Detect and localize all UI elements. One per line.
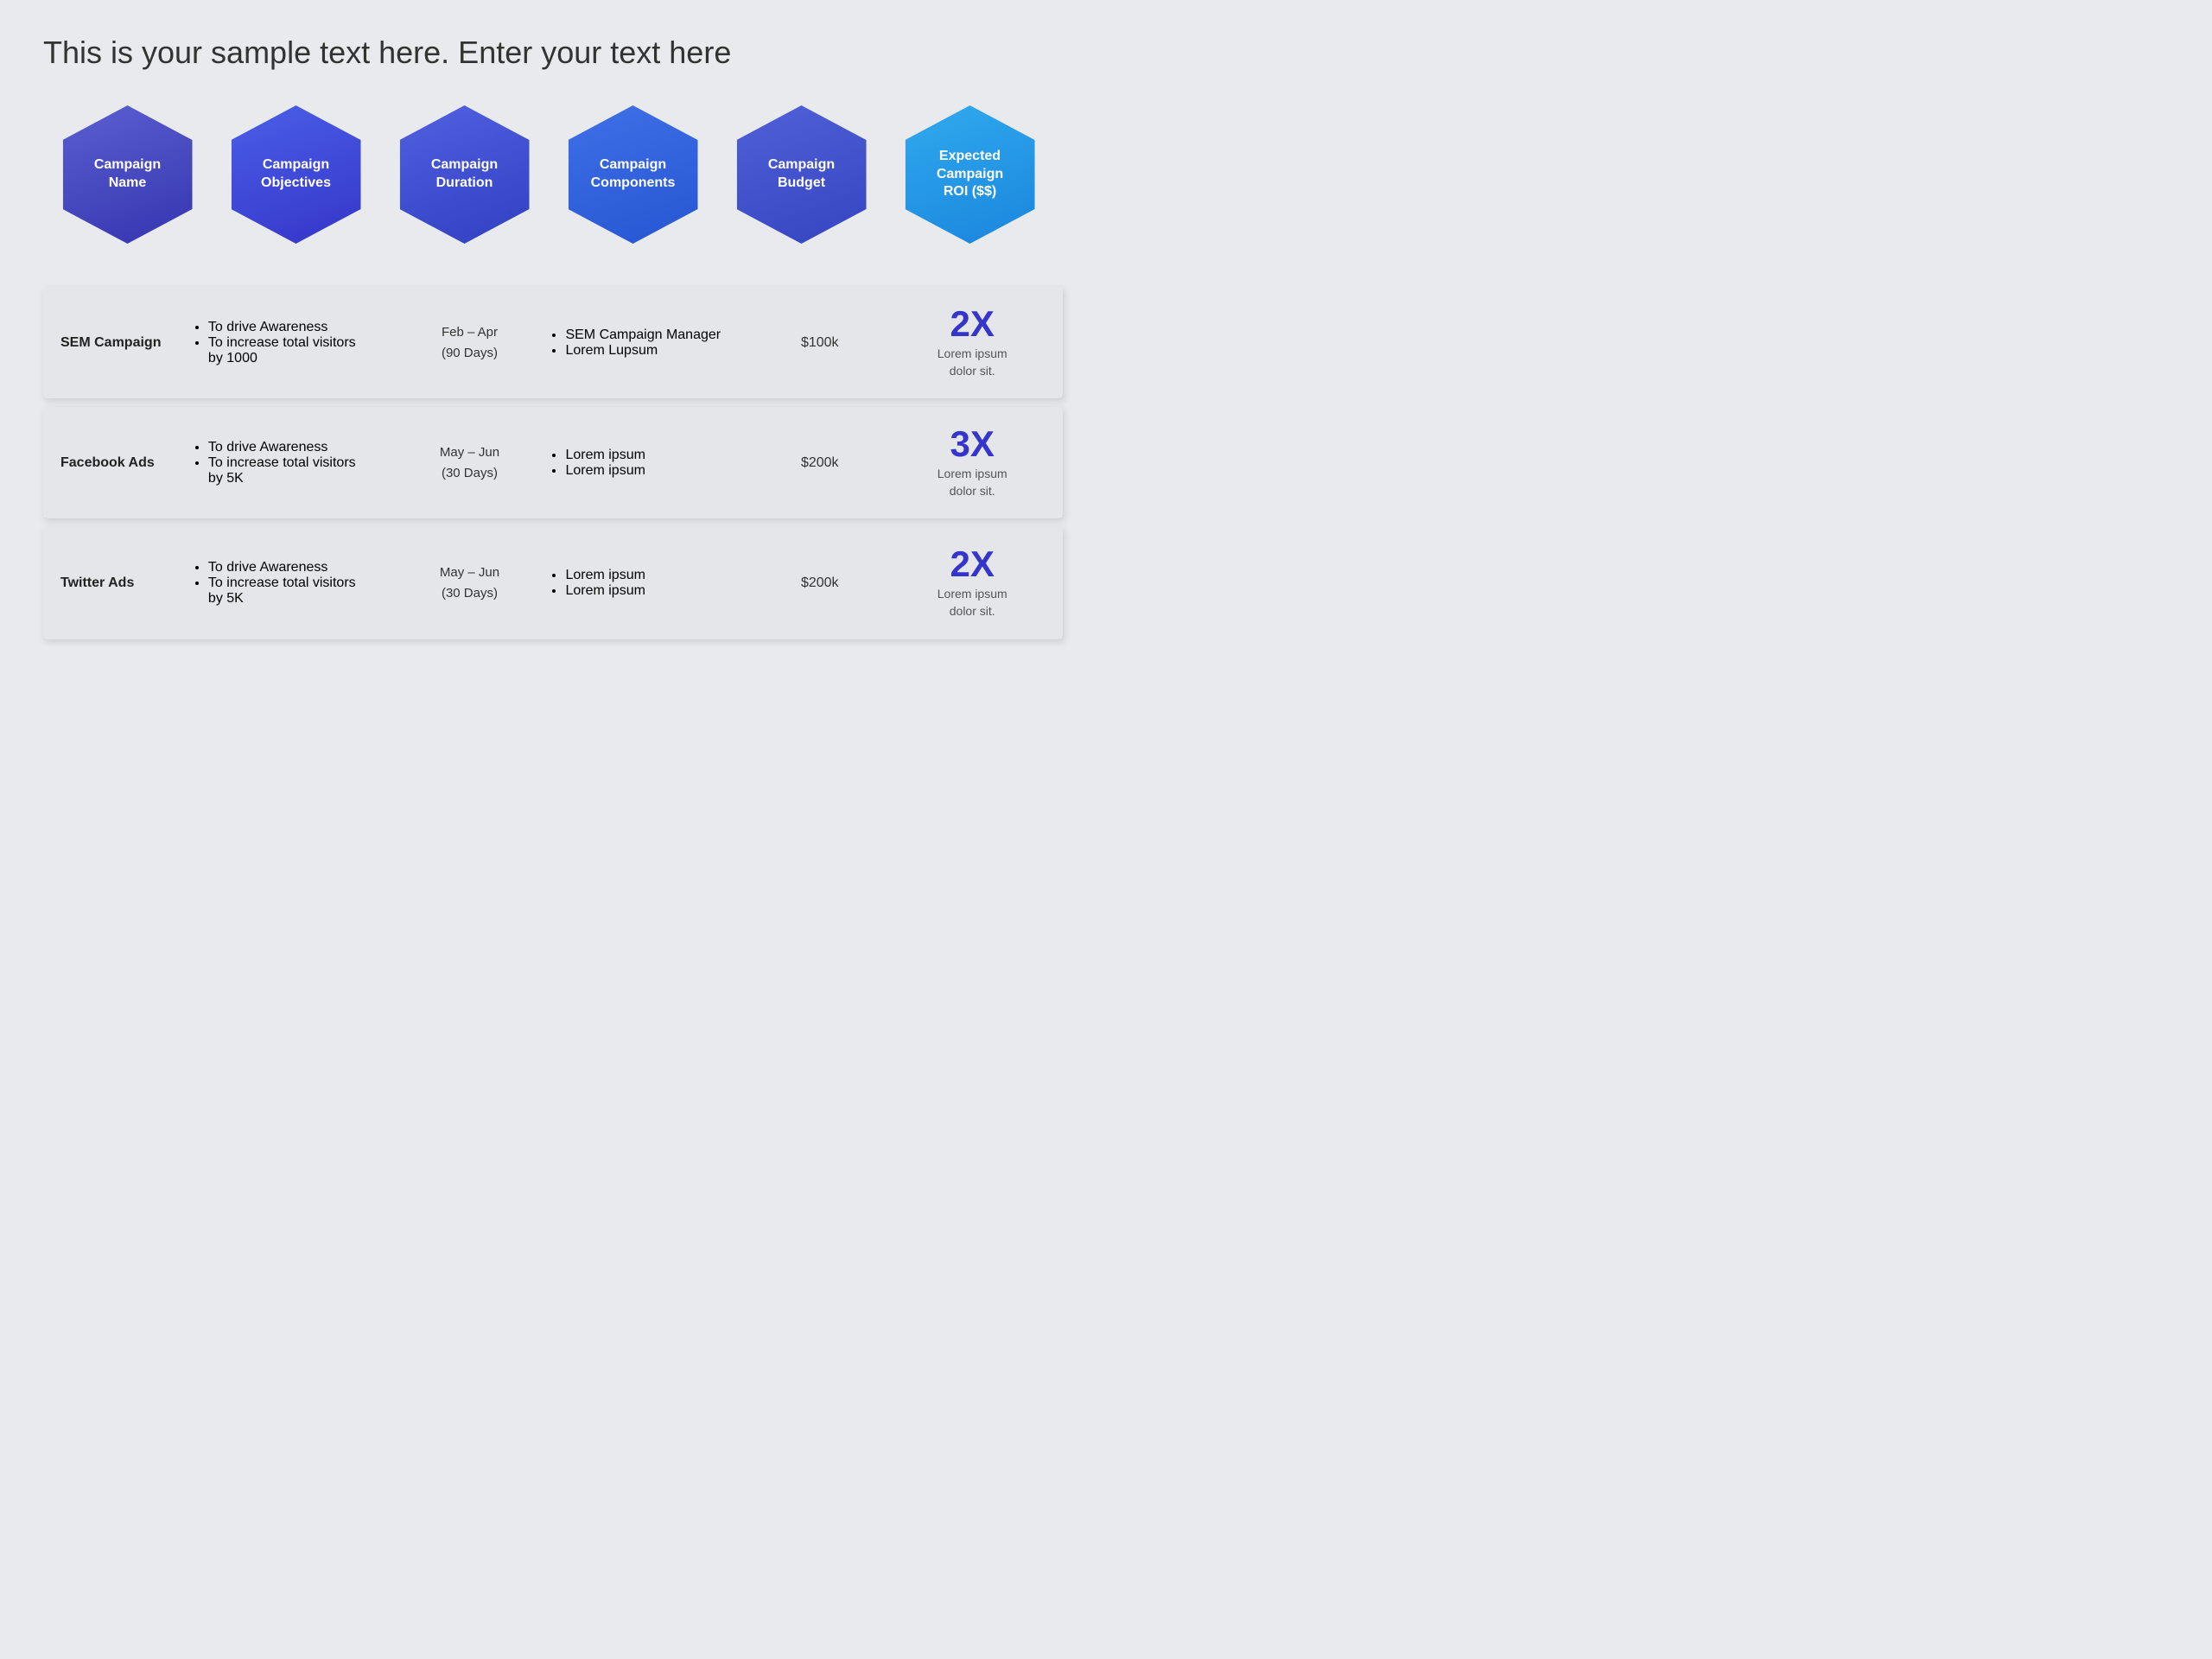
objective-item: To increase total visitors by 5K (208, 575, 374, 607)
budget-value: $200k (801, 575, 839, 590)
hex-header-h3: CampaignDuration (389, 105, 540, 244)
cell-budget-row-sem: $100k (758, 287, 881, 398)
cell-duration-row-sem: Feb – Apr(90 Days) (391, 287, 549, 398)
cell-components-row-fb: Lorem ipsumLorem ipsum (548, 407, 758, 518)
roi-container: 3X Lorem ipsumdolor sit. (899, 426, 1046, 499)
component-item: Lorem ipsum (565, 448, 741, 463)
cell-name-row-fb: Facebook Ads (43, 407, 191, 518)
campaign-name-text: Facebook Ads (60, 455, 155, 470)
hexagon-h1: CampaignName (63, 105, 193, 244)
component-item: Lorem ipsum (565, 583, 741, 599)
cell-components-row-tw: Lorem ipsumLorem ipsum (548, 527, 758, 639)
table-row-row-fb: Facebook Ads To drive AwarenessTo increas… (43, 407, 1063, 518)
campaign-name-text: Twitter Ads (60, 575, 134, 590)
duration-text: May – Jun(30 Days) (409, 442, 531, 484)
duration-text: May – Jun(30 Days) (409, 563, 531, 604)
budget-value: $200k (801, 455, 839, 470)
table-row-row-sem: SEM Campaign To drive AwarenessTo increas… (43, 287, 1063, 398)
roi-container: 2X Lorem ipsumdolor sit. (899, 306, 1046, 379)
component-item: SEM Campaign Manager (565, 327, 741, 343)
component-item: Lorem ipsum (565, 568, 741, 583)
objective-item: To drive Awareness (208, 440, 374, 455)
cell-roi-row-sem: 2X Lorem ipsumdolor sit. (881, 287, 1063, 398)
hexagon-h4: CampaignComponents (569, 105, 698, 244)
objective-item: To drive Awareness (208, 560, 374, 575)
duration-text: Feb – Apr(90 Days) (409, 322, 531, 364)
cell-budget-row-fb: $200k (758, 407, 881, 518)
cell-roi-row-tw: 2X Lorem ipsumdolor sit. (881, 527, 1063, 639)
roi-value-text: 3X (950, 426, 995, 462)
hexagon-h2: CampaignObjectives (232, 105, 361, 244)
hex-header-h1: CampaignName (52, 105, 203, 244)
cell-components-row-sem: SEM Campaign ManagerLorem Lupsum (548, 287, 758, 398)
campaign-name-text: SEM Campaign (60, 335, 161, 350)
table-row-row-tw: Twitter Ads To drive AwarenessTo increase… (43, 527, 1063, 639)
budget-value: $100k (801, 335, 839, 350)
hex-header-h2: CampaignObjectives (220, 105, 372, 244)
roi-container: 2X Lorem ipsumdolor sit. (899, 546, 1046, 620)
hex-header-h5: CampaignBudget (726, 105, 877, 244)
hex-header-h4: CampaignComponents (557, 105, 709, 244)
roi-value-text: 2X (950, 546, 995, 582)
hex-header-h6: ExpectedCampaignROI ($$) (894, 105, 1046, 244)
cell-objectives-row-tw: To drive AwarenessTo increase total visi… (191, 527, 391, 639)
hexagon-h3: CampaignDuration (400, 105, 530, 244)
cell-objectives-row-sem: To drive AwarenessTo increase total visi… (191, 287, 391, 398)
component-item: Lorem Lupsum (565, 343, 741, 359)
cell-duration-row-fb: May – Jun(30 Days) (391, 407, 549, 518)
roi-value-text: 2X (950, 306, 995, 342)
objective-item: To increase total visitors by 5K (208, 455, 374, 486)
component-item: Lorem ipsum (565, 463, 741, 479)
header-hexagons: CampaignName CampaignObjectives CampaignDu… (43, 105, 1063, 244)
objective-item: To drive Awareness (208, 320, 374, 335)
objective-item: To increase total visitors by 1000 (208, 335, 374, 366)
roi-description-text: Lorem ipsumdolor sit. (938, 586, 1007, 620)
cell-name-row-sem: SEM Campaign (43, 287, 191, 398)
roi-description-text: Lorem ipsumdolor sit. (938, 466, 1007, 499)
cell-budget-row-tw: $200k (758, 527, 881, 639)
hexagon-h6: ExpectedCampaignROI ($$) (906, 105, 1035, 244)
cell-roi-row-fb: 3X Lorem ipsumdolor sit. (881, 407, 1063, 518)
campaign-table: SEM CampaignTo drive AwarenessTo increas… (43, 278, 1063, 648)
roi-description-text: Lorem ipsumdolor sit. (938, 346, 1007, 379)
cell-name-row-tw: Twitter Ads (43, 527, 191, 639)
page-title: This is your sample text here. Enter you… (43, 35, 1063, 71)
hexagon-h5: CampaignBudget (737, 105, 867, 244)
cell-duration-row-tw: May – Jun(30 Days) (391, 527, 549, 639)
cell-objectives-row-fb: To drive AwarenessTo increase total visi… (191, 407, 391, 518)
